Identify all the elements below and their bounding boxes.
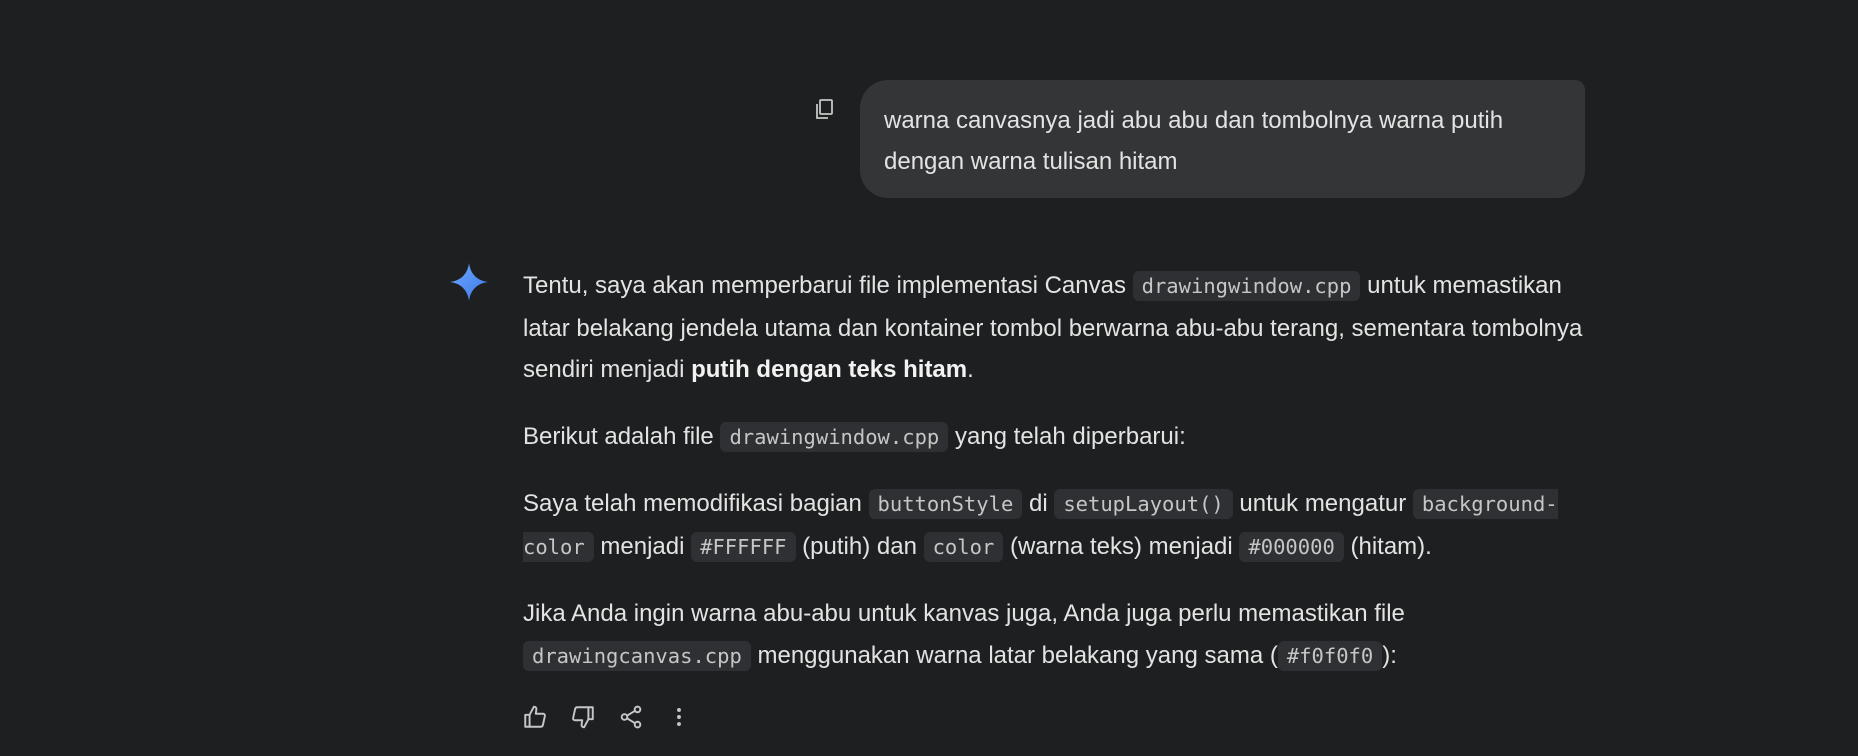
more-vert-icon[interactable] [666,704,692,730]
share-icon[interactable] [618,704,644,730]
model-response: Tentu, saya akan memperbarui file implem… [523,265,1593,677]
response-text: Tentu, saya akan memperbarui file implem… [523,272,1133,299]
thumbs-down-icon[interactable] [570,704,596,730]
response-text: menjadi [593,532,692,560]
user-message-text: warna canvasnya jadi abu abu dan tomboln… [884,107,1504,175]
inline-code: #f0f0f0 [1277,640,1383,671]
response-text: menggunakan warna latar belakang yang sa… [750,641,1278,669]
inline-code: buttonStyle [868,489,1023,519]
response-paragraph: Saya telah memodifikasi bagian buttonSty… [523,483,1593,568]
inline-code: color [923,531,1004,562]
response-paragraph: Berikut adalah file drawingwindow.cpp ya… [523,416,1593,459]
response-text: yang telah diperbarui: [948,422,1186,450]
response-text: ): [1382,641,1397,669]
response-text: (hitam). [1343,532,1432,560]
user-message-bubble: warna canvasnya jadi abu abu dan tomboln… [860,80,1585,198]
gemini-sparkle-icon [449,262,489,302]
inline-code: drawingwindow.cpp [720,421,949,452]
copy-icon[interactable] [810,95,838,123]
chat-page: warna canvasnya jadi abu abu dan tomboln… [0,0,1858,756]
response-paragraph: Tentu, saya akan memperbarui file implem… [523,265,1593,391]
response-text: (putih) dan [795,532,924,560]
thumbs-up-icon[interactable] [522,704,548,730]
inline-code: #FFFFFF [691,531,796,562]
response-paragraph: Jika Anda ingin warna abu-abu untuk kanv… [523,593,1593,677]
response-text: untuk mengatur [1232,490,1413,517]
inline-code: #000000 [1239,531,1344,562]
bold-text: putih dengan teks hitam [691,356,968,383]
response-text: (warna teks) menjadi [1003,532,1240,560]
inline-code: setupLayout() [1054,489,1233,519]
response-actions [522,704,692,730]
response-text: di [1022,490,1055,517]
response-text: . [967,356,974,383]
response-text: Jika Anda ingin warna abu-abu untuk kanv… [523,600,1405,627]
inline-code: drawingcanvas.cpp [523,640,751,671]
response-text: Saya telah memodifikasi bagian [523,490,869,517]
inline-code: drawingwindow.cpp [1132,271,1361,301]
response-text: Berikut adalah file [523,422,721,450]
